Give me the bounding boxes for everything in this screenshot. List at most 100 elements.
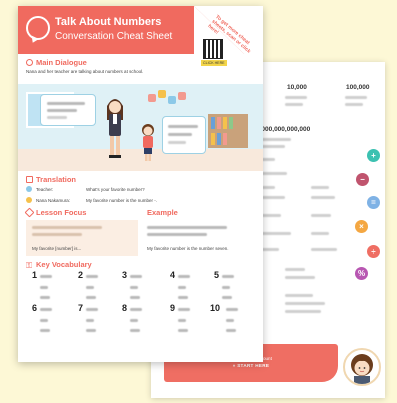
vocab-number-3: 3 [122,270,128,280]
translation-title: Translation [36,175,77,184]
nana-avatar [26,197,32,203]
blur-text [345,96,367,99]
blur-text [40,286,48,289]
blur-text [311,186,329,189]
bookshelf [208,114,248,148]
vocab-number-7: 7 [78,303,84,313]
blur-text [130,296,140,299]
vocab-number-8: 8 [122,303,128,313]
blur-text [40,308,52,311]
vocab-number-6: 6 [32,303,38,313]
blur-text [130,329,140,332]
blur-text [86,329,96,332]
blur-text [40,319,48,322]
teacher-figure [107,99,123,158]
blur-text [86,319,94,322]
plus-icon: + [367,149,380,162]
blur-text [285,103,303,106]
example-text: My favorite number is the number seven. [147,246,229,251]
lesson-focus-text: My favorite [number] is... [32,246,82,251]
blur-text [178,319,186,322]
blur-text [261,248,279,251]
lesson-focus-title: Lesson Focus [36,208,87,217]
blur-text [222,296,232,299]
blur-text [178,275,190,278]
title-line2: Conversation Cheat Sheet [55,31,173,42]
minus-icon: − [356,173,369,186]
wall-decoration [148,90,188,110]
blur-text [222,275,234,278]
qr-code[interactable] [203,39,223,59]
blur-text [178,296,188,299]
blur-text [261,172,287,175]
example-title: Example [147,208,178,217]
back-number-1: 10,000 [287,84,307,91]
blur-text [130,275,142,278]
blur-text [261,196,285,199]
translation-speaker-2: Nana Nakamura: [36,198,71,203]
blur-text [261,214,281,217]
translate-icon [26,176,33,183]
blur-text [311,214,331,217]
blur-text [261,186,275,189]
blur-text [261,138,291,141]
translation-speaker-1: Teacher: [36,187,54,192]
blur-text [311,248,337,251]
qr-label[interactable]: CLICK HERE [201,60,227,66]
blur-text [40,329,50,332]
blur-text [130,319,138,322]
teacher-speech-bubble [40,94,96,126]
blur-text [285,302,325,305]
blur-text [285,268,305,271]
chat-icon [26,59,33,66]
vocab-number-1: 1 [32,270,38,280]
blur-text [226,319,234,322]
blur-text [86,286,94,289]
blur-text [345,103,363,106]
nana-figure [142,124,154,161]
blur-text [40,296,50,299]
speech-bubble-icon [26,16,50,40]
blur-text [285,310,321,313]
blur-text [147,233,207,236]
blur-text [178,286,186,289]
vocabulary-title: Key Vocabulary [36,260,92,269]
main-dialogue-subtitle: Nana and her teacher are talking about n… [26,69,144,74]
blur-text [261,232,291,235]
blur-text [222,286,230,289]
main-dialogue-title: Main Dialogue [36,58,87,67]
blur-text [40,275,52,278]
percent-icon: % [355,267,368,280]
cta-line2: » START HERE [232,363,270,368]
vocab-number-10: 10 [210,303,221,313]
blur-text [285,294,313,297]
vocab-number-2: 2 [78,270,84,280]
nana-speech-bubble [162,116,206,154]
blur-text [86,308,98,311]
blur-text [178,329,188,332]
blur-text [311,196,335,199]
multiply-icon: × [355,220,368,233]
divide-icon: ÷ [367,245,380,258]
blur-text [285,276,315,279]
blur-text [311,232,329,235]
blur-text [86,275,98,278]
blur-text [130,308,142,311]
blur-text [226,329,236,332]
blur-text [147,226,227,229]
back-big-number: 1,000,000,000,000 [256,126,311,133]
vocab-number-9: 9 [170,303,176,313]
blur-text [261,158,275,161]
lesson-focus-box: My favorite [number] is... [26,220,138,256]
equals-icon: = [367,196,380,209]
blur-text [178,308,190,311]
blur-text [261,145,285,148]
blur-text [86,296,96,299]
classroom-illustration [18,84,263,171]
back-number-2: 100,000 [346,84,370,91]
tutor-avatar [343,348,381,386]
blur-text [285,96,307,99]
blur-text [130,286,138,289]
lesson-focus-icon [24,207,35,218]
teacher-avatar [26,186,32,192]
